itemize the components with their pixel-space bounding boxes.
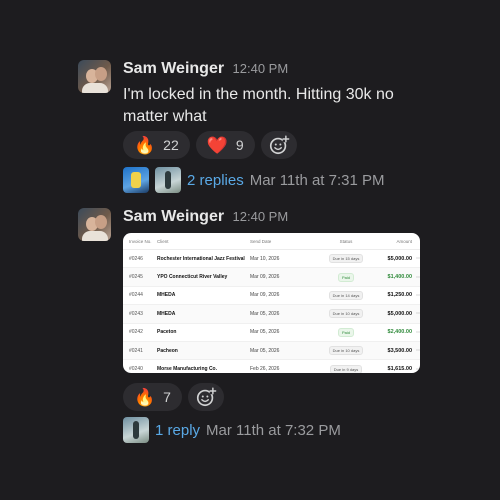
table-row: #0244 MHEDA Mar 09, 2026 Due in 14 days $1,2…	[123, 287, 420, 306]
more-icon: ⋯	[416, 292, 420, 299]
column-header: Amount	[396, 238, 412, 244]
status-badge: Due in 14 days	[328, 290, 364, 300]
more-icon: ⋯	[416, 329, 420, 336]
add-reaction-button[interactable]	[260, 131, 297, 159]
send-date: Mar 10, 2026	[250, 255, 280, 262]
reaction-count: 22	[163, 137, 179, 153]
thread-summary[interactable]: 1 reply Mar 11th at 7:32 PM	[123, 417, 341, 443]
send-date: Feb 26, 2026	[250, 366, 280, 373]
reactions: 🔥 22 ❤️ 9	[123, 131, 297, 159]
reactions: 🔥 7	[123, 383, 224, 411]
add-emoji-icon	[196, 387, 217, 407]
table-row: #0243 MHEDA Mar 05, 2026 Due in 10 days $5,0…	[123, 305, 420, 324]
client-name: Pacheon	[157, 347, 178, 354]
status-cell: Due in 9 days	[318, 364, 374, 373]
client-name: Morse Manufacturing Co.	[157, 366, 218, 373]
message-text: I'm locked in the month. Hitting 30k no …	[123, 86, 394, 125]
fire-icon: 🔥	[134, 135, 156, 155]
more-icon: ⋯	[416, 256, 420, 263]
avatar[interactable]	[78, 60, 111, 93]
table-row: #0242 Paceton Mar 05, 2026 Paid $2,400.00 ⋯	[123, 324, 420, 342]
message-time[interactable]: 12:40 PM	[233, 61, 289, 76]
reply-avatar	[123, 167, 149, 193]
reaction-fire[interactable]: 🔥 7	[123, 383, 182, 411]
status-badge: Paid	[337, 327, 354, 337]
invoice-number: #0240	[129, 366, 143, 373]
send-date: Mar 05, 2026	[250, 329, 280, 336]
add-reaction-button[interactable]	[187, 383, 224, 411]
amount: $1,615.00	[387, 366, 412, 373]
more-icon: ⋯	[416, 366, 420, 373]
table-row: #0245 YPO Connecticut River Valley Mar 09,…	[123, 268, 420, 287]
amount: $5,000.00	[387, 310, 412, 317]
table-header: Invoice No. Client Send Date Status Amou…	[123, 233, 420, 250]
send-date: Mar 09, 2026	[250, 274, 280, 281]
more-icon: ⋯	[416, 274, 420, 281]
table-row: #0246 Rochester International Jazz Festiv…	[123, 250, 420, 269]
status-badge: Due in 15 days	[328, 254, 364, 264]
amount: $2,400.00	[387, 329, 412, 336]
replies-link[interactable]: 2 replies	[187, 172, 244, 189]
status-cell: Due in 10 days	[318, 346, 374, 356]
more-icon: ⋯	[416, 311, 420, 318]
status-cell: Paid	[318, 327, 374, 337]
amount: $3,500.00	[387, 347, 412, 354]
table-row: #0240 Morse Manufacturing Co. Feb 26, 2026…	[123, 360, 420, 373]
client-name: YPO Connecticut River Valley	[157, 274, 228, 281]
column-header: Client	[157, 238, 169, 244]
table-row: #0241 Pacheon Mar 05, 2026 Due in 10 days $3…	[123, 341, 420, 361]
message-time[interactable]: 12:40 PM	[233, 209, 289, 224]
amount: $1,400.00	[387, 274, 412, 281]
amount: $5,000.00	[387, 255, 412, 262]
last-reply-time: Mar 11th at 7:31 PM	[249, 171, 385, 189]
replies-link[interactable]: 1 reply	[155, 422, 200, 439]
invoice-number: #0244	[129, 292, 143, 299]
column-header: Status	[339, 238, 353, 244]
thread-summary[interactable]: 2 replies Mar 11th at 7:31 PM	[123, 167, 385, 193]
send-date: Mar 05, 2026	[250, 310, 280, 317]
reaction-count: 7	[163, 389, 171, 405]
add-emoji-icon	[269, 135, 290, 155]
author-name[interactable]: Sam Weinger	[123, 60, 224, 77]
author-name[interactable]: Sam Weinger	[123, 208, 224, 225]
status-cell: Due in 15 days	[318, 254, 374, 264]
client-name: Paceton	[157, 329, 177, 336]
status-badge: Due in 10 days	[328, 346, 364, 356]
send-date: Mar 09, 2026	[250, 292, 280, 299]
reaction-count: 9	[235, 137, 244, 153]
invoice-number: #0243	[129, 310, 143, 317]
status-badge: Due in 10 days	[328, 309, 364, 319]
reaction-fire[interactable]: 🔥 22	[123, 131, 190, 159]
client-name: MHEDA	[157, 310, 176, 317]
amount: $1,250.00	[387, 292, 412, 299]
client-name: MHEDA	[157, 292, 176, 299]
fire-icon: 🔥	[134, 387, 156, 407]
invoice-number: #0246	[129, 255, 143, 262]
invoice-number: #0245	[129, 274, 143, 281]
status-badge: Paid	[337, 272, 354, 282]
table-body: #0246 Rochester International Jazz Festiv…	[123, 250, 420, 373]
heart-icon: ❤️	[206, 135, 228, 155]
reply-avatar	[155, 167, 181, 193]
column-header: Invoice No.	[129, 238, 152, 244]
client-name: Rochester International Jazz Festival	[157, 255, 245, 262]
status-cell: Paid	[318, 272, 374, 282]
invoice-number: #0241	[129, 347, 143, 354]
status-cell: Due in 14 days	[318, 290, 374, 300]
more-icon: ⋯	[416, 348, 420, 355]
last-reply-time: Mar 11th at 7:32 PM	[206, 421, 341, 439]
status-cell: Due in 10 days	[318, 309, 374, 319]
avatar[interactable]	[78, 208, 111, 241]
message-header: Sam Weinger 12:40 PM	[123, 208, 288, 226]
reply-avatar	[123, 417, 149, 443]
status-badge: Due in 9 days	[329, 364, 363, 373]
column-header: Send Date	[250, 238, 272, 244]
invoice-number: #0242	[129, 329, 143, 336]
send-date: Mar 05, 2026	[250, 347, 280, 354]
reaction-heart[interactable]: ❤️ 9	[195, 131, 255, 159]
message-header: Sam Weinger 12:40 PM	[123, 60, 288, 78]
invoice-table-image[interactable]: Invoice No. Client Send Date Status Amou…	[123, 233, 420, 373]
